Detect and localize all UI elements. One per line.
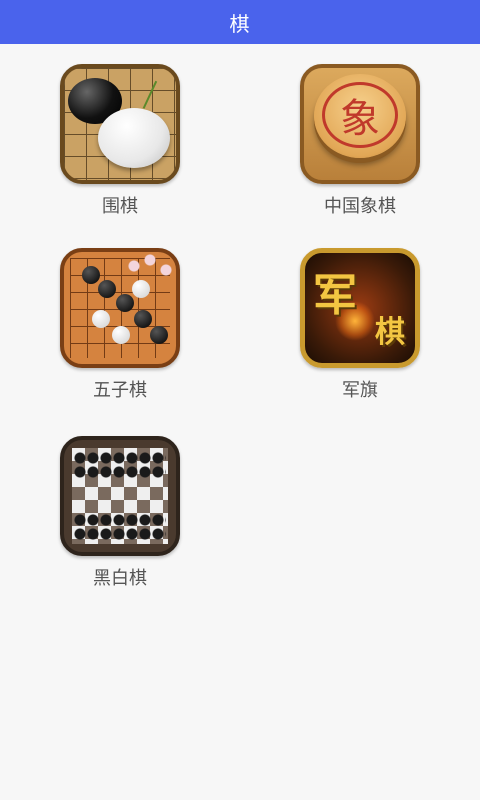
chinese-chess-icon: 象 [300,64,420,184]
game-label: 五子棋 [93,380,147,401]
page-title: 棋 [229,11,251,36]
junqi-icon-character-small: 棋 [375,315,405,350]
game-item-reversi[interactable]: 黑白棋 [40,436,200,590]
game-item-gomoku[interactable]: 五子棋 [40,248,200,402]
app-title-bar: 棋 [0,0,480,44]
reversi-board-icon [60,436,180,556]
game-label: 围棋 [102,196,138,217]
chess-piece-character: 象 [340,96,380,142]
game-label: 中国象棋 [324,196,396,217]
game-label: 军旗 [342,380,378,401]
gomoku-board-icon [60,248,180,368]
game-item-go[interactable]: 围棋 [40,64,200,218]
go-board-icon [60,64,180,184]
junqi-icon: 军 棋 [300,248,420,368]
game-label: 黑白棋 [93,568,147,589]
game-grid: 围棋 象 中国象棋 五子棋 军 棋 军旗 黑白棋 [0,44,480,800]
game-item-chinese-chess[interactable]: 象 中国象棋 [280,64,440,218]
junqi-icon-character: 军 [313,270,357,321]
game-item-junqi[interactable]: 军 棋 军旗 [280,248,440,402]
